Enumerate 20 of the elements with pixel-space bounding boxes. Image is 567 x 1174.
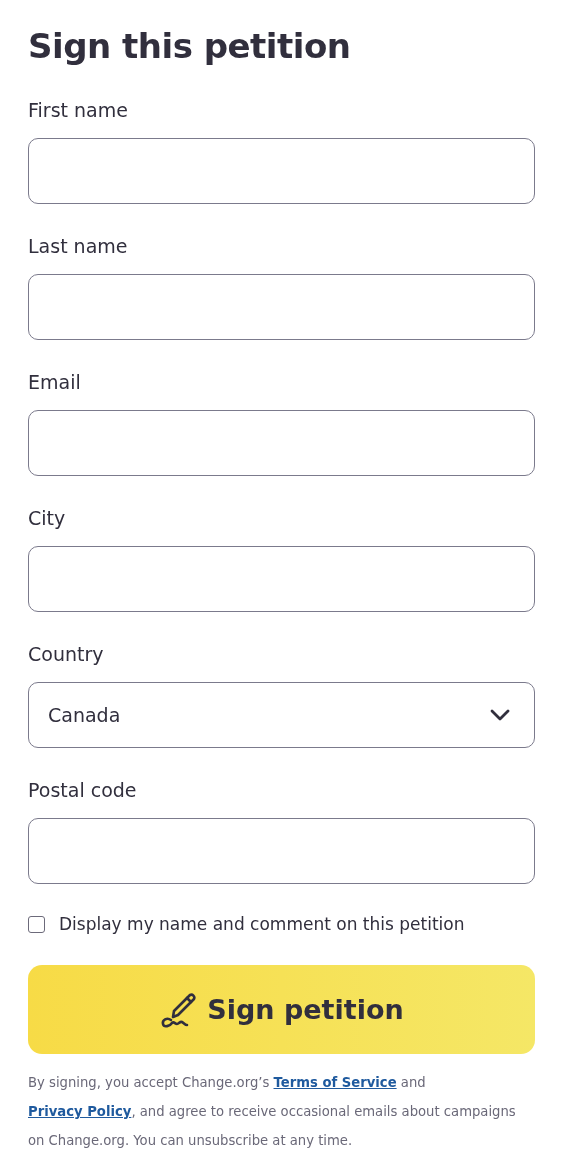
- input-field[interactable]: [28, 138, 535, 204]
- input-field[interactable]: [28, 818, 535, 884]
- form-title: Sign this petition: [28, 25, 352, 68]
- field-label: City: [28, 506, 67, 530]
- field-label: First name: [28, 98, 129, 122]
- legal-link[interactable]: Privacy Policy: [28, 1104, 132, 1119]
- country-dropdown[interactable]: Canada: [28, 682, 535, 748]
- input-field[interactable]: [28, 410, 535, 476]
- sign-petition-button[interactable]: Sign petition: [28, 965, 535, 1054]
- checkbox[interactable]: [28, 915, 45, 933]
- legal-link[interactable]: Terms of Service: [273, 1075, 397, 1090]
- checkbox-label: Display my name and comment on this petition: [59, 914, 465, 934]
- field-label: Country: [28, 642, 105, 666]
- legal-text: By signing, you accept Change.org’s Terms of Service and Privacy Policy, and agree to receive occasional emails about campaigns on Change.org. You can unsubscribe at any time.: [28, 1074, 517, 1150]
- input-field[interactable]: [28, 546, 535, 612]
- field-label: Postal code: [28, 778, 138, 802]
- field-label: Email: [28, 370, 82, 394]
- field-label: Last name: [28, 234, 129, 258]
- input-field[interactable]: [28, 274, 535, 340]
- chevron-down-icon: [490, 709, 510, 721]
